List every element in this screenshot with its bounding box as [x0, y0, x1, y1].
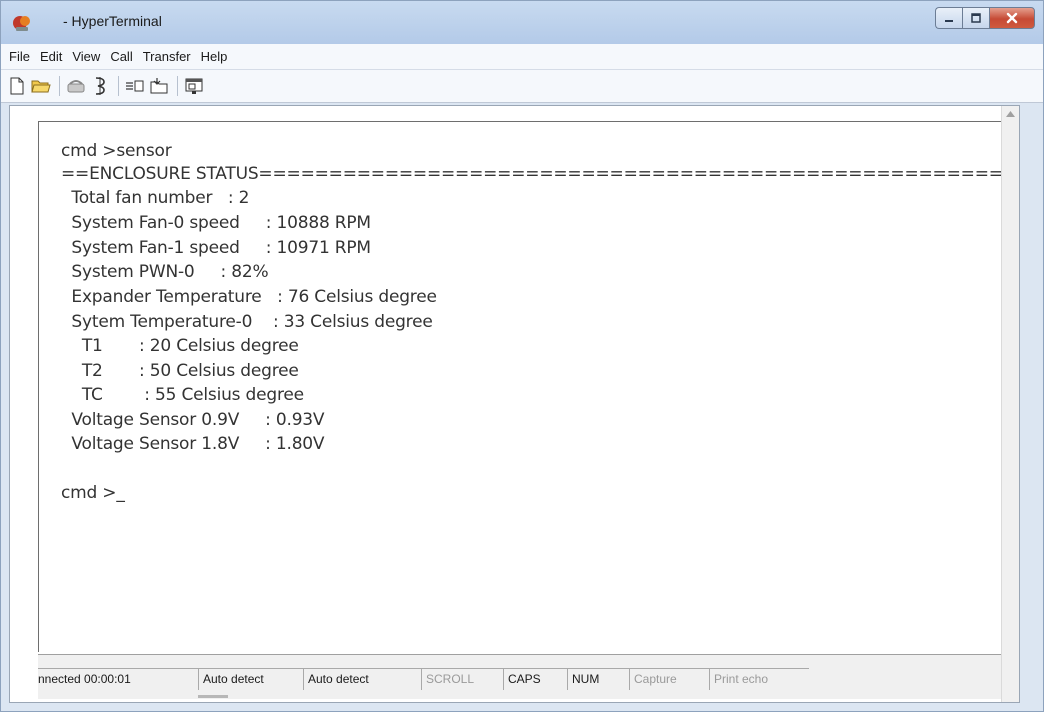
close-button[interactable] — [989, 7, 1035, 29]
send-icon — [126, 80, 144, 92]
disconnect-icon — [95, 77, 105, 95]
properties-icon — [185, 78, 203, 94]
receive-button[interactable] — [148, 75, 170, 97]
maximize-icon — [971, 13, 981, 23]
maximize-button[interactable] — [962, 7, 989, 29]
new-connection-button[interactable] — [6, 75, 28, 97]
terminal-line: System Fan-0 speed : 10888 RPM — [61, 213, 371, 233]
minimize-icon — [945, 20, 953, 22]
terminal-line: Voltage Sensor 0.9V : 0.93V — [61, 410, 325, 430]
terminal-line: System PWN-0 : 82% — [61, 262, 269, 282]
terminal-line: Total fan number : 2 — [61, 188, 250, 208]
window-title: - HyperTerminal — [63, 13, 162, 29]
toolbar — [1, 70, 1043, 103]
open-button[interactable] — [30, 75, 52, 97]
status-bar: nnected 00:00:01 Auto detect Auto detect… — [38, 654, 1012, 699]
menu-transfer[interactable]: Transfer — [138, 49, 196, 64]
terminal-line: Sytem Temperature-0 : 33 Celsius degree — [61, 312, 433, 332]
vertical-scrollbar[interactable] — [1001, 106, 1019, 702]
menu-bar: File Edit View Call Transfer Help — [1, 44, 1043, 70]
menu-file[interactable]: File — [4, 49, 35, 64]
toolbar-separator — [177, 76, 178, 96]
menu-view[interactable]: View — [67, 49, 105, 64]
menu-help[interactable]: Help — [196, 49, 233, 64]
title-bar[interactable]: - HyperTerminal — [1, 1, 1043, 44]
status-auto-detect-1: Auto detect — [198, 668, 303, 690]
status-num: NUM — [567, 668, 629, 690]
minimize-button[interactable] — [935, 7, 962, 29]
status-scroll: SCROLL — [421, 668, 503, 690]
open-folder-icon — [31, 80, 51, 93]
close-icon — [1006, 12, 1018, 24]
terminal-line: ==ENCLOSURE STATUS======================… — [61, 164, 1014, 184]
properties-button[interactable] — [183, 75, 205, 97]
new-document-icon — [10, 77, 24, 95]
scroll-up-arrow-icon[interactable] — [1006, 111, 1015, 117]
status-caps: CAPS — [503, 668, 567, 690]
send-button[interactable] — [124, 75, 146, 97]
toolbar-separator — [59, 76, 60, 96]
status-print-echo: Print echo — [709, 668, 809, 690]
terminal-line: T1 : 20 Celsius degree — [61, 336, 299, 356]
terminal-output[interactable]: cmd >sensor ==ENCLOSURE STATUS==========… — [38, 121, 1014, 652]
window-controls — [935, 7, 1035, 29]
terminal-line: T2 : 50 Celsius degree — [61, 361, 299, 381]
terminal-line: cmd >sensor — [61, 141, 172, 161]
terminal-client-area: cmd >sensor ==ENCLOSURE STATUS==========… — [9, 105, 1020, 703]
phone-connect-icon — [67, 80, 85, 93]
terminal-line: Voltage Sensor 1.8V : 1.80V — [61, 434, 325, 454]
hyperterminal-app-icon[interactable] — [11, 12, 33, 34]
disconnect-button[interactable] — [89, 75, 111, 97]
menu-edit[interactable]: Edit — [35, 49, 67, 64]
horizontal-scroll-thumb[interactable] — [198, 695, 228, 698]
receive-icon — [150, 78, 168, 94]
terminal-line: System Fan-1 speed : 10971 RPM — [61, 238, 371, 258]
terminal-line: Expander Temperature : 76 Celsius degree — [61, 287, 437, 307]
terminal-prompt: cmd >_ — [61, 483, 125, 503]
status-auto-detect-2: Auto detect — [303, 668, 421, 690]
hyperterminal-window: - HyperTerminal File Edit View Call Tran… — [0, 0, 1044, 712]
connect-button[interactable] — [65, 75, 87, 97]
status-connection-time: nnected 00:00:01 — [38, 668, 198, 690]
status-capture: Capture — [629, 668, 709, 690]
toolbar-separator — [118, 76, 119, 96]
terminal-line: TC : 55 Celsius degree — [61, 385, 304, 405]
menu-call[interactable]: Call — [105, 49, 137, 64]
